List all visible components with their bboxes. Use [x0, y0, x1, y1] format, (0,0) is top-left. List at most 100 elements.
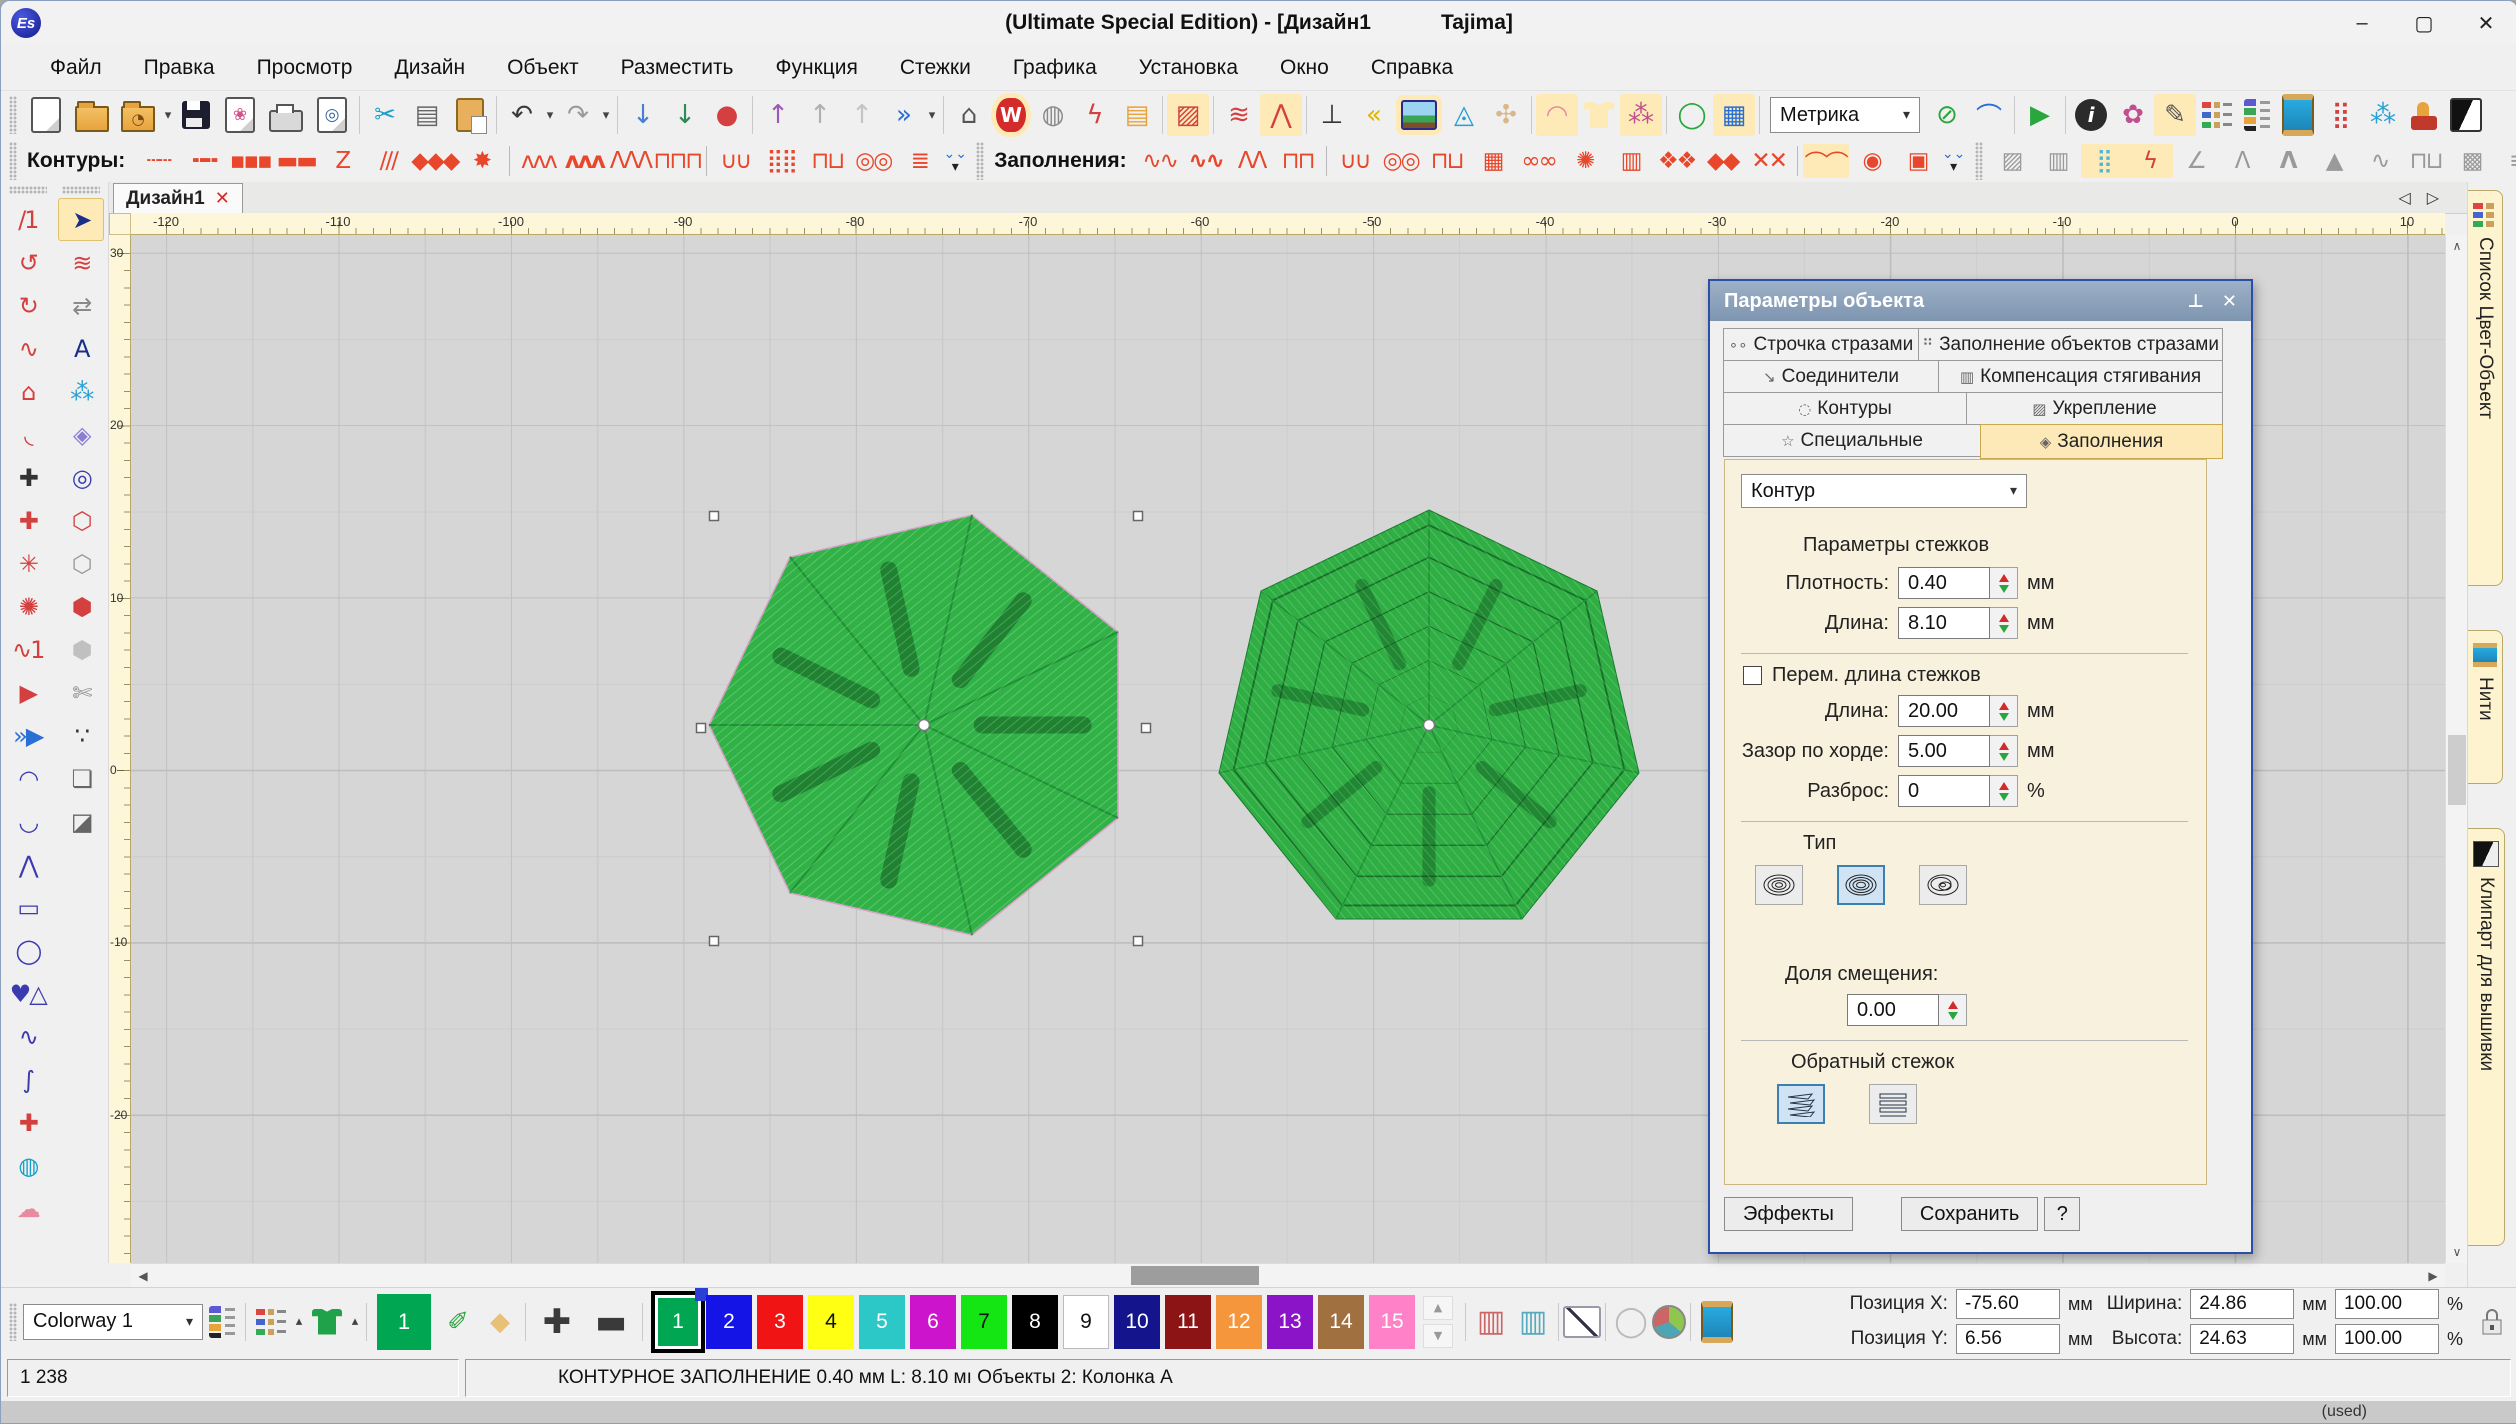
run-long-dash-icon[interactable]: ▬▬ [273, 144, 319, 178]
thread-chart-2-icon[interactable]: ▥ [1512, 1301, 1554, 1343]
hexagon-ring-tool[interactable]: ⬡ [58, 499, 104, 542]
swatch-15[interactable]: 15 [1369, 1295, 1415, 1349]
units-dropdown[interactable]: Метрика ▾ [1770, 97, 1920, 133]
fill-coil-icon[interactable]: ◎◎ [1378, 144, 1424, 178]
density-field[interactable]: 0.40 [1898, 567, 1990, 599]
hoop-magic-icon[interactable]: ⊘ [1926, 94, 1968, 136]
fill-square-wave-icon[interactable]: ⊓⊔ [1424, 144, 1470, 178]
swatch-7[interactable]: 7 [961, 1295, 1007, 1349]
rotate-stitch-tool[interactable]: ↻ [5, 284, 51, 327]
toolbar-overflow-chevron[interactable]: » [883, 94, 925, 136]
merge-shapes-tool[interactable]: ◪ [58, 800, 104, 843]
outline-stitch-icon[interactable] [706, 146, 707, 176]
applique-cross-tool[interactable]: ✚ [5, 1101, 51, 1144]
stitch-peak-icon[interactable]: ⋀ [1260, 94, 1302, 136]
embroidery-object-left[interactable] [709, 515, 1118, 935]
stamp-icon[interactable] [2411, 116, 2437, 130]
tab-rhinestone-fill[interactable]: ⠛Заполнение объектов стразами [1918, 328, 2223, 361]
side-tab-threads[interactable]: Нити [2468, 630, 2503, 784]
spiral-type-1-button[interactable] [1755, 865, 1803, 905]
save-design-button[interactable]: ❀ [225, 97, 255, 133]
curve-closed-tool[interactable]: ◡ [5, 800, 51, 843]
spread-field[interactable]: 0 [1898, 775, 1990, 807]
shape-add-tool[interactable]: ✚ [5, 456, 51, 499]
pin-branch-icon[interactable]: ⊥ [1311, 94, 1353, 136]
balloon-wire-icon[interactable]: ◍ [1032, 94, 1074, 136]
density-spinner[interactable] [1990, 567, 2018, 599]
variable-length-checkbox[interactable] [1743, 666, 1762, 685]
knife-tool[interactable]: ✄ [58, 671, 104, 714]
menu-item[interactable]: Справка [1350, 56, 1474, 80]
color-bars-icon[interactable] [2244, 99, 2270, 131]
swatch-12[interactable]: 12 [1216, 1295, 1262, 1349]
shape-add-red-tool[interactable]: ✚ [5, 499, 51, 542]
toolbar-icon[interactable] [617, 96, 618, 134]
swatch-4[interactable]: 4 [808, 1295, 854, 1349]
polygon-stitch-tool[interactable]: ⌂ [5, 370, 51, 413]
chord-gap-spinner[interactable] [1990, 735, 2018, 767]
maximize-button[interactable]: ▢ [2393, 1, 2455, 45]
triangle-wave-icon[interactable]: ΛΛΛ [607, 144, 653, 178]
rays-icon[interactable]: ∠ [2173, 144, 2219, 178]
no-fill-icon[interactable] [1563, 1306, 1601, 1338]
paint-bucket-icon[interactable]: ◆ [479, 1301, 521, 1343]
save-button[interactable] [182, 101, 210, 129]
add-color-button[interactable]: ✚ [536, 1301, 578, 1343]
fill-stitch-icon[interactable] [1797, 146, 1798, 176]
flower-pot-icon[interactable]: ✿ [2112, 94, 2154, 136]
comb-icon[interactable]: ⊓⊓⊓ [653, 144, 701, 178]
freehand-tool[interactable]: ∿ [5, 1015, 51, 1058]
print-button[interactable] [269, 110, 303, 132]
people-team-icon[interactable]: ⁂ [2362, 94, 2404, 136]
import-design-icon[interactable]: ↓ [622, 94, 664, 136]
eyedropper-icon[interactable]: ✐ [437, 1301, 479, 1343]
tab-rhinestone-run[interactable]: ∘∘Строчка стразами [1723, 328, 1919, 361]
toolbar-grip[interactable] [1975, 142, 1983, 180]
notes-edit-icon[interactable]: ✎ [2154, 94, 2196, 136]
grid-diagonal-icon[interactable]: ▨ [1989, 144, 2035, 178]
import-image-icon[interactable]: ↓ [664, 94, 706, 136]
menu-item[interactable]: Стежки [879, 56, 992, 80]
toolbox-grip[interactable] [9, 186, 47, 194]
measure-dots-tool[interactable]: ∵ [58, 714, 104, 757]
peak-solid-icon[interactable]: ▲ [2311, 144, 2357, 178]
arc-reverse-tool[interactable]: ↺ [5, 241, 51, 284]
toolbar-icon[interactable] [496, 96, 497, 134]
zigzag-small-icon[interactable]: ʌʌʌ [515, 144, 561, 178]
select-arrow-tool[interactable]: ➤ [58, 198, 104, 241]
toolbar-overflow-dropdown[interactable]: ▾ [925, 94, 939, 136]
grid-frame-icon[interactable]: ▦ [1713, 94, 1755, 136]
width-field[interactable]: 24.86 [2190, 1289, 2294, 1319]
fill-stitch-icon[interactable] [1326, 146, 1327, 176]
cut-button[interactable]: ✂ [364, 94, 406, 136]
dots-blue-icon[interactable]: ⣿ [2081, 144, 2127, 178]
stitch-patch-icon[interactable]: ▨ [1167, 94, 1209, 136]
manual-stitch-tool[interactable]: ∕1 [5, 198, 51, 241]
peak-bold-icon[interactable]: Λ [2265, 144, 2311, 178]
close-button[interactable]: ✕ [2455, 1, 2516, 45]
output-balloon-gray-icon[interactable]: ↑ [799, 94, 841, 136]
tab-scroll-left-icon[interactable]: ◁ [2398, 188, 2410, 207]
aspect-lock-button[interactable] [2477, 1302, 2507, 1342]
open-recent-button[interactable]: ◔ [121, 106, 155, 132]
hoop-oval-icon[interactable]: ◯ [1671, 94, 1713, 136]
height-field[interactable]: 24.63 [2190, 1324, 2294, 1354]
pin-icon[interactable]: ⊥ [2187, 291, 2203, 312]
panel-title-bar[interactable]: Параметры объекта ⊥ ✕ [1710, 281, 2251, 321]
machine-link-icon[interactable]: ϟ [1074, 94, 1116, 136]
contrast-icon[interactable] [2450, 98, 2482, 132]
fill-zigzag-bold-icon[interactable]: ∿∿ [1183, 144, 1229, 178]
length-field[interactable]: 8.10 [1898, 607, 1990, 639]
circle-merge-tool[interactable]: ◍ [5, 1144, 51, 1187]
fill-spiral-icon[interactable]: ◉ [1849, 144, 1895, 178]
swatch-8[interactable]: 8 [1012, 1295, 1058, 1349]
palette-grid-icon[interactable] [256, 1307, 286, 1337]
toolbar-grip[interactable] [9, 96, 17, 134]
swatch-6[interactable]: 6 [910, 1295, 956, 1349]
offset-fraction-spinner[interactable] [1939, 994, 1967, 1026]
fill-column-hatch-icon[interactable]: ▥ [1608, 144, 1654, 178]
side-tab-clipart[interactable]: Клипарт для вышивки [2468, 828, 2505, 1246]
embroidery-object-right[interactable] [1219, 510, 1639, 919]
tab-underlay[interactable]: ▨Укрепление [1966, 392, 2223, 425]
new-document-button[interactable] [31, 97, 61, 133]
